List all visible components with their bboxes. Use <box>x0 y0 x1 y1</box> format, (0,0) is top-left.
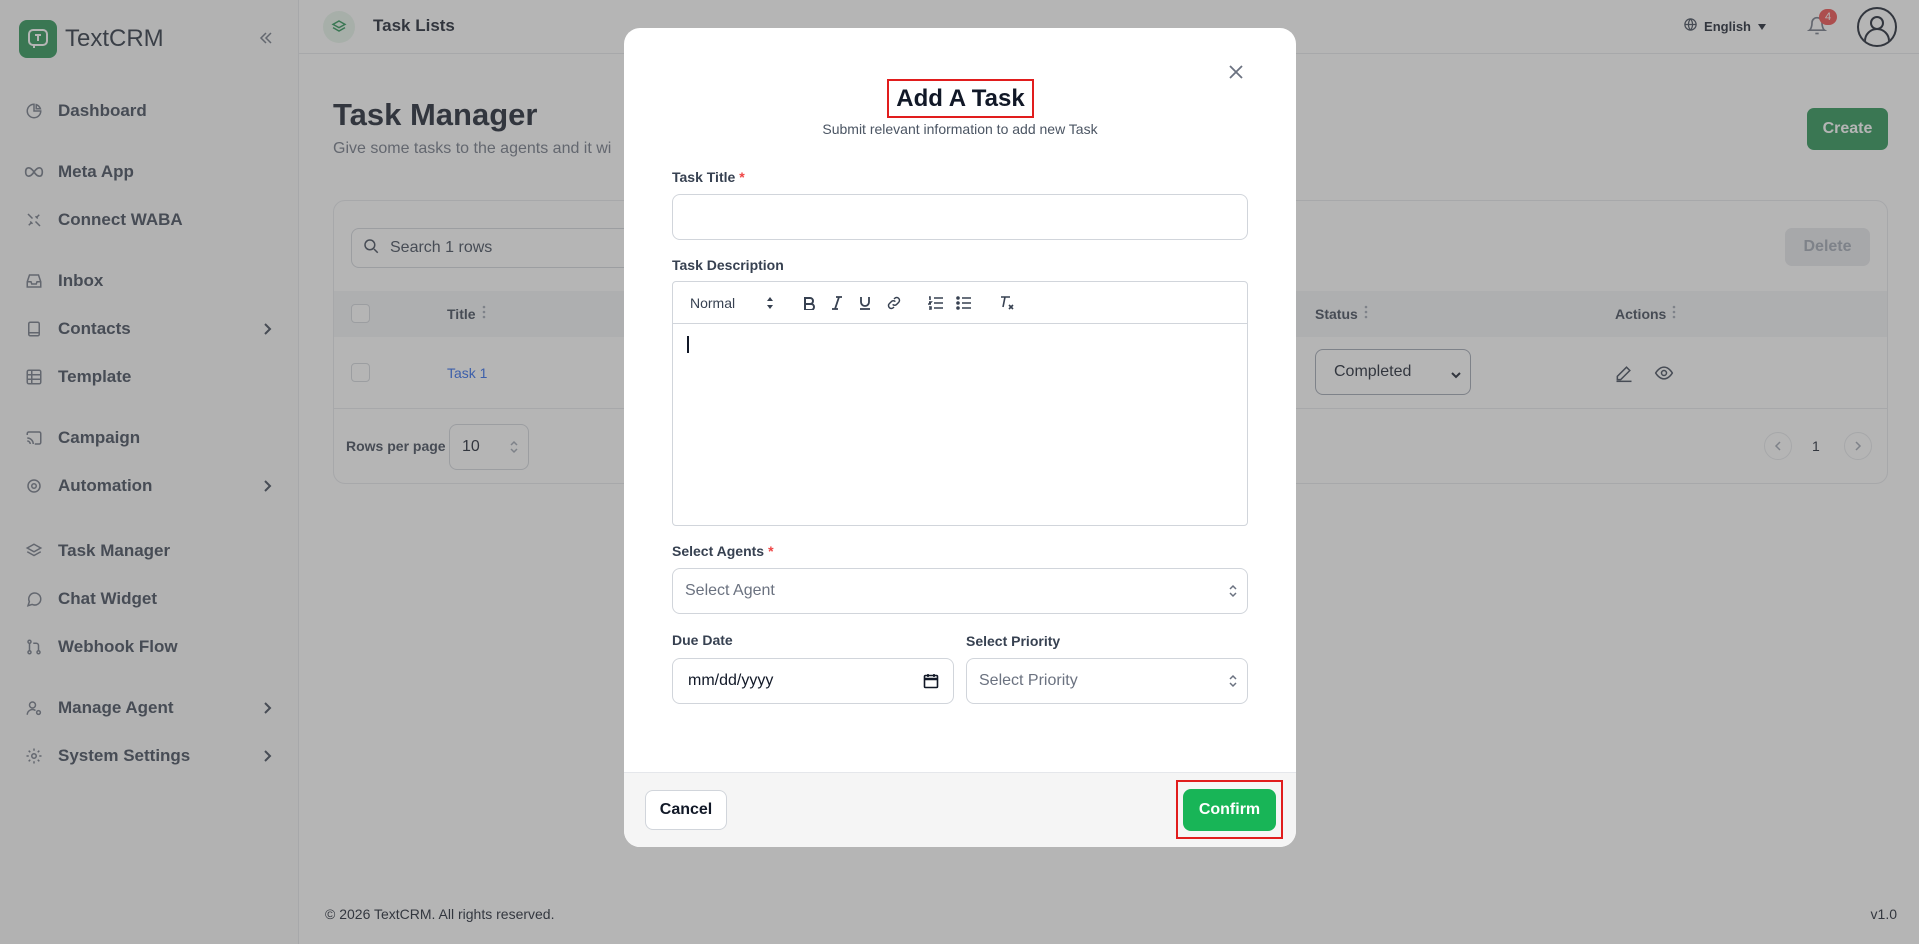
updown-icon <box>1229 674 1237 693</box>
link-icon[interactable] <box>885 294 903 312</box>
text-format-select[interactable]: Normal <box>690 295 735 311</box>
add-task-modal: Add A Task Submit relevant information t… <box>624 28 1296 847</box>
underline-icon[interactable] <box>856 294 874 312</box>
task-description-editor[interactable]: Normal <box>672 281 1248 526</box>
updown-icon <box>1229 584 1237 603</box>
bold-icon[interactable] <box>800 294 818 312</box>
italic-icon[interactable] <box>828 294 846 312</box>
due-date-input[interactable]: mm/dd/yyyy <box>672 658 954 704</box>
required-asterisk: * <box>739 169 745 185</box>
select-priority-dropdown[interactable]: Select Priority <box>966 658 1248 704</box>
text-cursor <box>687 336 689 353</box>
cancel-button[interactable]: Cancel <box>645 790 727 830</box>
required-asterisk: * <box>768 543 774 559</box>
select-agent-dropdown[interactable]: Select Agent <box>672 568 1248 614</box>
modal-subtitle: Submit relevant information to add new T… <box>822 121 1098 137</box>
calendar-icon[interactable] <box>923 673 939 694</box>
task-title-label: Task Title * <box>672 169 745 185</box>
label-text: Select Agents <box>672 543 765 559</box>
due-date-placeholder: mm/dd/yyyy <box>688 672 774 689</box>
bullet-list-icon[interactable] <box>955 294 973 312</box>
select-agents-label: Select Agents * <box>672 543 774 559</box>
clear-format-icon[interactable] <box>998 294 1016 312</box>
select-agent-placeholder: Select Agent <box>685 582 775 599</box>
confirm-button[interactable]: Confirm <box>1183 789 1276 831</box>
editor-toolbar: Normal <box>673 282 1247 324</box>
updown-icon <box>766 296 774 315</box>
close-icon[interactable] <box>1226 62 1246 82</box>
confirm-highlight: Confirm <box>1176 780 1283 839</box>
modal-title: Add A Task <box>887 79 1034 118</box>
task-description-label: Task Description <box>672 257 784 273</box>
label-text: Task Title <box>672 169 736 185</box>
select-priority-placeholder: Select Priority <box>979 672 1078 689</box>
ordered-list-icon[interactable] <box>927 294 945 312</box>
select-priority-label: Select Priority <box>966 633 1061 649</box>
due-date-label: Due Date <box>672 632 733 648</box>
task-title-input[interactable] <box>672 194 1248 240</box>
modal-footer: Cancel Confirm <box>624 772 1296 847</box>
